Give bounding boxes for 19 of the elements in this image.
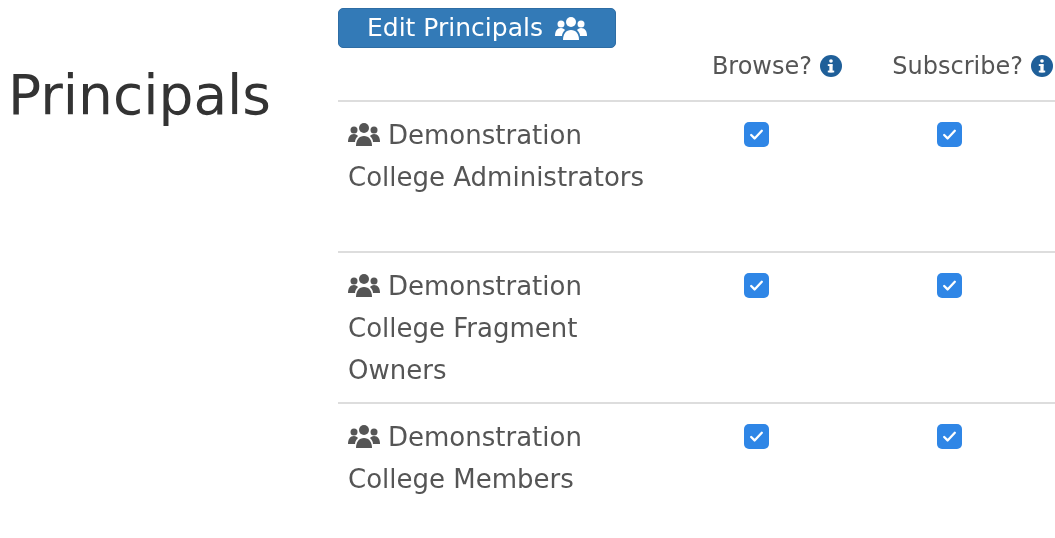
info-icon[interactable] bbox=[1031, 54, 1053, 77]
principal-name: Demonstration College Members bbox=[348, 421, 582, 494]
checkbox[interactable] bbox=[937, 423, 962, 449]
principal-name: Demonstration College Administrators bbox=[348, 119, 645, 192]
checkbox[interactable] bbox=[743, 272, 769, 298]
info-icon[interactable] bbox=[820, 54, 842, 77]
column-header: Subscribe? bbox=[892, 50, 1023, 82]
checkbox[interactable] bbox=[743, 121, 769, 147]
page-heading: Principals bbox=[8, 62, 273, 128]
edit-principals-button[interactable]: Edit Principals bbox=[338, 8, 616, 48]
group-icon bbox=[554, 15, 587, 40]
column-header: Browse? bbox=[711, 50, 812, 82]
checkbox[interactable] bbox=[937, 272, 962, 298]
group-icon bbox=[348, 272, 380, 297]
checkbox[interactable] bbox=[743, 423, 769, 449]
group-icon bbox=[348, 121, 380, 146]
checkbox[interactable] bbox=[937, 121, 962, 147]
principal-name: Demonstration College Fragment Owners bbox=[348, 270, 582, 385]
group-icon bbox=[348, 423, 380, 448]
